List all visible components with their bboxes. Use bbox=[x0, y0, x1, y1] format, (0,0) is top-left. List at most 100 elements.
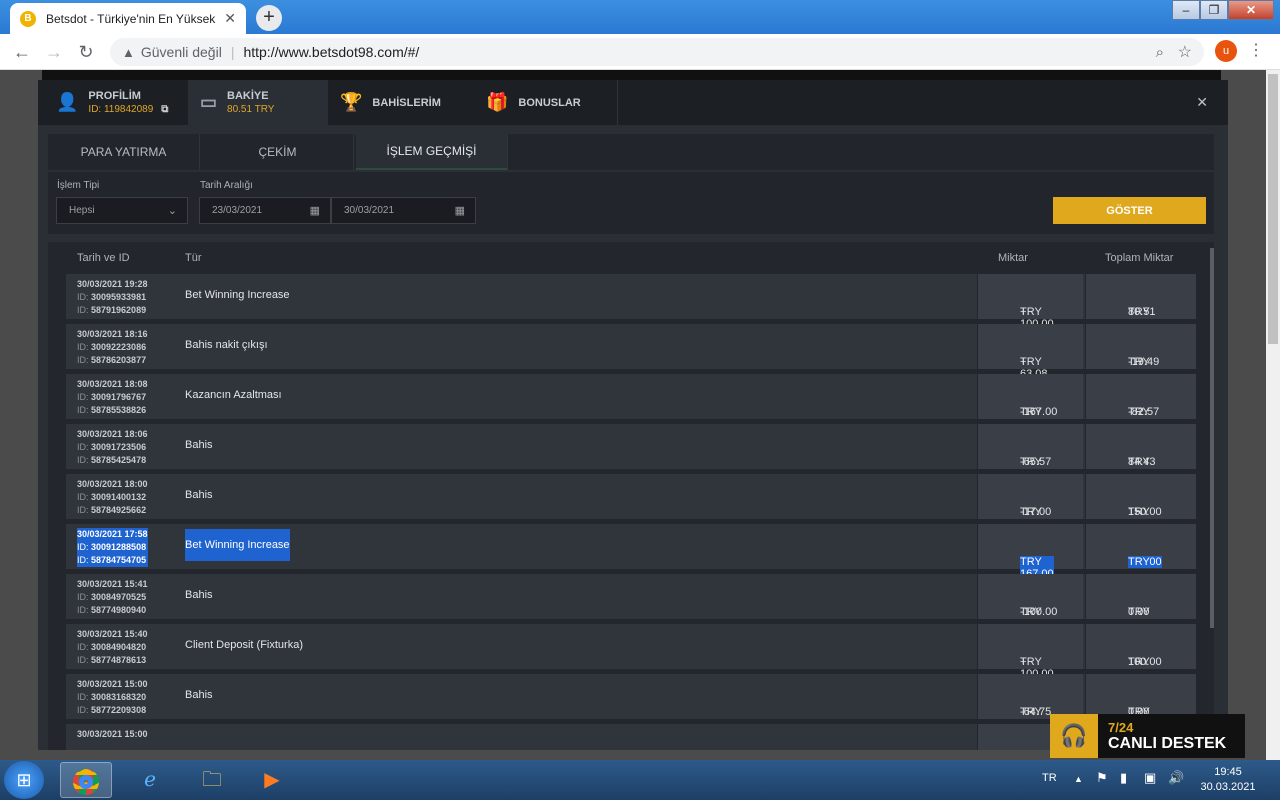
row-id1: 30091400132 bbox=[91, 492, 147, 502]
amount-cell: -64.75 TRY bbox=[977, 674, 1083, 719]
currency: TRY bbox=[1020, 456, 1042, 468]
trophy-icon: 🏆 bbox=[340, 92, 363, 112]
row-id2: 58772209308 bbox=[91, 705, 147, 715]
date-from-field[interactable]: 23/03/2021 ▦ bbox=[199, 197, 331, 224]
date-id-cell: 30/03/2021 18:16 ID: 30092223086 ID: 58786… bbox=[77, 329, 148, 365]
support-hours: 7/24 bbox=[1108, 720, 1134, 735]
currency: TRY bbox=[1128, 556, 1150, 568]
language-indicator[interactable]: TR bbox=[1042, 772, 1057, 784]
table-row[interactable]: 30/03/2021 15:41 ID: 30084970525 ID: 58774… bbox=[66, 574, 1196, 619]
row-date: 30/03/2021 15:00 bbox=[77, 679, 148, 689]
new-tab-button[interactable]: + bbox=[256, 5, 282, 31]
sub-tabs: PARA YATIRMA ÇEKİM İŞLEM GEÇMİŞİ bbox=[48, 134, 1214, 170]
tab-bonuses[interactable]: 🎁 BONUSLAR bbox=[472, 80, 618, 125]
date-from-value: 23/03/2021 bbox=[212, 205, 263, 216]
date-id-cell: 30/03/2021 18:00 ID: 30091400132 ID: 58784… bbox=[77, 479, 148, 515]
browser-menu-icon[interactable]: ⋮ bbox=[1248, 40, 1264, 62]
row-id2: 58785425478 bbox=[91, 455, 147, 465]
address-bar[interactable]: ▲ Güvenli değil | http://www.betsdot98.c… bbox=[110, 38, 1204, 66]
currency: TRY bbox=[1128, 656, 1150, 668]
profile-avatar[interactable]: u bbox=[1215, 40, 1237, 62]
windows-taskbar: ⊞ ℯ 🗀 ▶ TR ▲ ⚑ ▮ ▣ 🔊 19:45 30.03.2021 bbox=[0, 760, 1280, 800]
type-select[interactable]: Hepsi ⌄ bbox=[56, 197, 188, 224]
row-id1: 30092223086 bbox=[91, 342, 147, 352]
row-id1: 30084970525 bbox=[91, 592, 147, 602]
media-player-icon[interactable]: ▶ bbox=[246, 762, 298, 798]
table-row[interactable]: 30/03/2021 15:00 ID: 30083168320 ID: 58772… bbox=[66, 674, 1196, 719]
table-row[interactable]: 30/03/2021 18:16 ID: 30092223086 ID: 58786… bbox=[66, 324, 1196, 380]
show-button[interactable]: GÖSTER bbox=[1053, 197, 1206, 224]
currency: TRY bbox=[1128, 406, 1150, 418]
live-support-button[interactable]: 🎧 7/24 CANLI DESTEK bbox=[1050, 714, 1245, 758]
window-close-button[interactable]: ✕ bbox=[1228, 0, 1274, 20]
row-type: Bahis bbox=[185, 689, 213, 701]
date-id-cell: 30/03/2021 18:06 ID: 30091723506 ID: 58785… bbox=[77, 429, 148, 465]
bookmark-star-icon[interactable]: ☆ bbox=[1178, 42, 1192, 62]
power-icon[interactable]: ▮ bbox=[1120, 770, 1127, 786]
amount-cell: + 100.00 TRY bbox=[977, 624, 1083, 680]
tab-deposit[interactable]: PARA YATIRMA bbox=[48, 134, 200, 170]
table-scrollbar[interactable] bbox=[1210, 248, 1214, 628]
table-row[interactable]: 30/03/2021 18:08 ID: 30091796767 ID: 58785… bbox=[66, 374, 1196, 419]
row-date: 30/03/2021 15:40 bbox=[77, 629, 148, 639]
row-date: 30/03/2021 15:00 bbox=[77, 729, 148, 739]
date-to-field[interactable]: 30/03/2021 ▦ bbox=[331, 197, 476, 224]
type-label: İşlem Tipi bbox=[57, 180, 100, 191]
clock-time: 19:45 bbox=[1214, 766, 1242, 778]
row-id1: 30084904820 bbox=[91, 642, 147, 652]
calendar-icon[interactable]: ▦ bbox=[455, 204, 465, 217]
zoom-icon[interactable]: ⌕ bbox=[1156, 44, 1164, 61]
table-row[interactable]: 30/03/2021 15:00 bbox=[66, 724, 1196, 750]
row-type: Client Deposit (Fixturka) bbox=[185, 639, 303, 651]
close-tab-icon[interactable]: ✕ bbox=[224, 10, 236, 27]
calendar-icon[interactable]: ▦ bbox=[310, 204, 320, 217]
back-button[interactable]: ← bbox=[10, 40, 34, 64]
page-scrollbar[interactable] bbox=[1266, 70, 1280, 760]
minimize-button[interactable]: – bbox=[1172, 0, 1200, 20]
internet-explorer-icon[interactable]: ℯ bbox=[124, 762, 176, 798]
table-row[interactable]: 30/03/2021 18:06 ID: 30091723506 ID: 58785… bbox=[66, 424, 1196, 469]
row-date: 30/03/2021 17:58 bbox=[77, 529, 148, 539]
reload-button[interactable]: ↻ bbox=[74, 40, 98, 64]
scrollbar-thumb[interactable] bbox=[1268, 74, 1278, 344]
amount-cell: + 63.08 TRY bbox=[977, 324, 1083, 380]
chrome-taskbar-icon[interactable] bbox=[60, 762, 112, 798]
row-date: 30/03/2021 18:00 bbox=[77, 479, 148, 489]
tab-profile[interactable]: 👤 PROFİLİM ID: 119842089 ⧉ bbox=[38, 80, 188, 125]
date-id-cell: 30/03/2021 17:58 ID: 30091288508 ID: 58784… bbox=[77, 528, 148, 567]
network-icon[interactable]: ▣ bbox=[1144, 770, 1156, 786]
action-center-icon[interactable]: ⚑ bbox=[1096, 770, 1108, 786]
clock[interactable]: 19:45 30.03.2021 bbox=[1196, 765, 1260, 795]
row-id2: 58774878613 bbox=[91, 655, 147, 665]
row-id2: 58784925662 bbox=[91, 505, 147, 515]
date-id-cell: 30/03/2021 15:00 bbox=[77, 728, 148, 741]
show-hidden-icons-icon[interactable]: ▲ bbox=[1074, 774, 1083, 784]
amount-cell: -100.00 TRY bbox=[977, 574, 1083, 619]
tab-balance[interactable]: ▭ BAKİYE 80.51 TRY bbox=[188, 80, 328, 125]
tab-withdraw[interactable]: ÇEKİM bbox=[202, 134, 354, 170]
row-id2: 58784754705 bbox=[91, 555, 147, 565]
currency: TRY bbox=[1020, 506, 1042, 518]
date-id-cell: 30/03/2021 19:28 ID: 30095933981 ID: 58791… bbox=[77, 279, 148, 315]
total-cell: 167.00 TRY bbox=[1085, 524, 1196, 569]
maximize-button[interactable]: ❐ bbox=[1200, 0, 1228, 20]
date-range-label: Tarih Aralığı bbox=[200, 180, 253, 191]
browser-tab[interactable]: B Betsdot - Türkiye'nin En Yüksek O ✕ bbox=[10, 3, 246, 34]
file-explorer-icon[interactable]: 🗀 bbox=[186, 762, 238, 798]
total-cell: 150.00 TRY bbox=[1085, 474, 1196, 519]
row-type: Bahis nakit çıkışı bbox=[185, 339, 268, 351]
tab-transaction-history[interactable]: İŞLEM GEÇMİŞİ bbox=[356, 134, 508, 170]
row-id1: 30091796767 bbox=[91, 392, 147, 402]
volume-icon[interactable]: 🔊 bbox=[1168, 770, 1184, 786]
close-icon[interactable]: ✕ bbox=[1196, 94, 1208, 111]
currency: TRY bbox=[1128, 456, 1150, 468]
table-row[interactable]: 30/03/2021 18:00 ID: 30091400132 ID: 58784… bbox=[66, 474, 1196, 519]
forward-button[interactable]: → bbox=[42, 40, 66, 64]
copy-icon[interactable]: ⧉ bbox=[161, 104, 168, 115]
row-id2: 58774980940 bbox=[91, 605, 147, 615]
table-row[interactable]: 30/03/2021 19:28 ID: 30095933981 ID: 58791… bbox=[66, 274, 1196, 330]
tab-my-bets[interactable]: 🏆 BAHİSLERİM bbox=[328, 80, 468, 125]
table-row[interactable]: 30/03/2021 15:40 ID: 30084904820 ID: 58774… bbox=[66, 624, 1196, 680]
table-row[interactable]: 30/03/2021 17:58 ID: 30091288508 ID: 58784… bbox=[66, 524, 1196, 580]
start-button[interactable]: ⊞ bbox=[4, 761, 44, 799]
